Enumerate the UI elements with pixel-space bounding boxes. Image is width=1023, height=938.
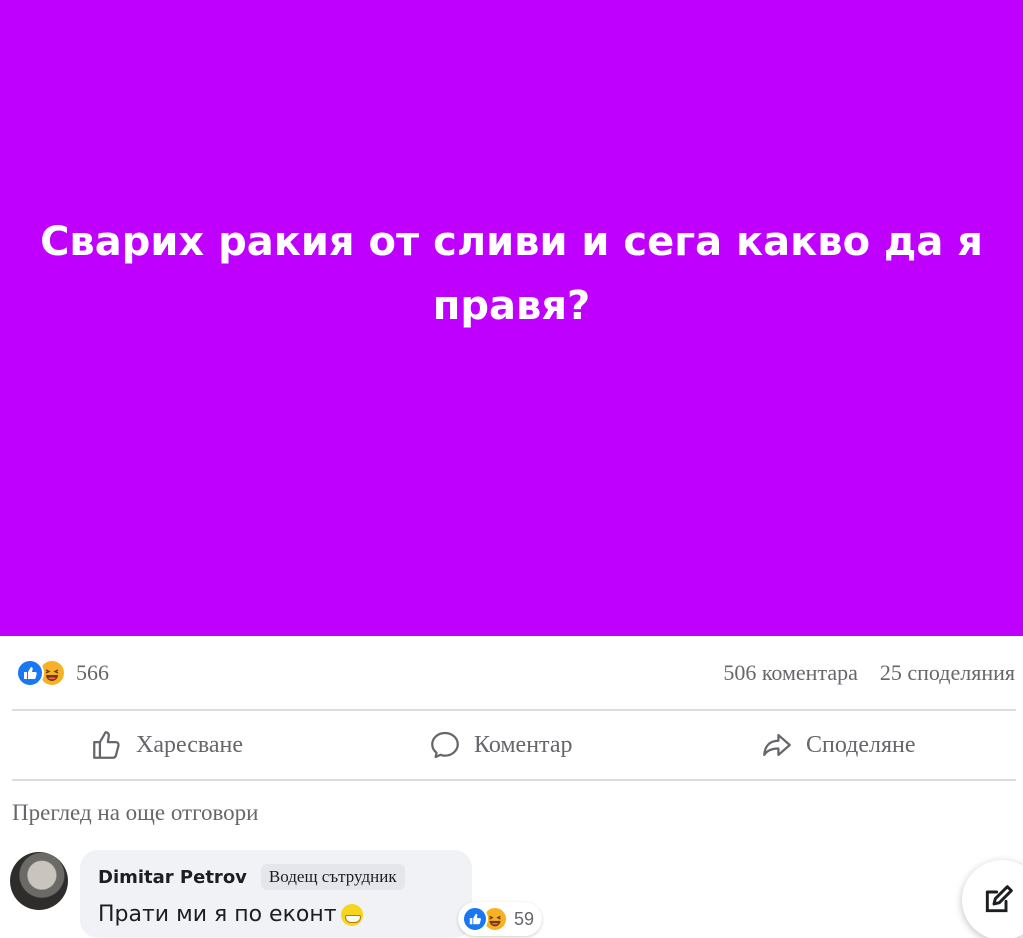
comment-author-line: Dimitar Petrov Водещ сътрудник: [98, 864, 405, 890]
comment-reactions[interactable]: 59: [458, 902, 543, 936]
divider: [12, 709, 1016, 711]
comment-button-label: Коментар: [474, 731, 573, 758]
like-button[interactable]: Харесване: [90, 724, 243, 766]
like-icon: [16, 659, 44, 687]
comment-button[interactable]: Коментар: [428, 724, 572, 766]
reactions-summary[interactable]: 566: [16, 658, 109, 688]
comments-count[interactable]: 506 коментара: [723, 660, 858, 686]
post-stats: 566 506 коментара 25 споделяния: [0, 636, 1023, 710]
post-text: Сварих ракия от сливи и сега какво да я …: [40, 219, 983, 329]
divider: [12, 779, 1016, 781]
comment-text: Прати ми я по еконт: [98, 902, 337, 927]
avatar[interactable]: [10, 852, 68, 910]
like-icon: [462, 906, 488, 932]
comment-bubble: Dimitar Petrov Водещ сътрудник Прати ми …: [80, 850, 472, 938]
post-meta: 506 коментара 25 споделяния: [723, 660, 1015, 686]
share-icon: [763, 733, 791, 757]
comment-reaction-count: 59: [514, 908, 535, 929]
post-banner: Сварих ракия от сливи и сега какво да я …: [0, 0, 1023, 636]
comment-icon: [431, 731, 459, 759]
grinning-face-icon: [340, 903, 363, 926]
edit-icon: [985, 885, 1013, 913]
shares-count[interactable]: 25 споделяния: [880, 660, 1015, 686]
thumbs-up-icon: [93, 731, 120, 759]
like-button-label: Харесване: [136, 731, 244, 758]
post-actions: Харесване Коментар Споделяне: [0, 712, 1023, 778]
share-button-label: Споделяне: [806, 731, 916, 758]
comment: Dimitar Petrov Водещ сътрудник Прати ми …: [0, 848, 1023, 938]
share-button[interactable]: Споделяне: [760, 724, 916, 766]
comment-author-name[interactable]: Dimitar Petrov: [98, 867, 247, 888]
comment-text-line: Прати ми я по еконт: [98, 902, 363, 927]
author-badge: Водещ сътрудник: [260, 864, 405, 890]
reaction-count: 566: [76, 660, 109, 685]
view-more-replies-link[interactable]: Преглед на още отговори: [12, 800, 258, 826]
